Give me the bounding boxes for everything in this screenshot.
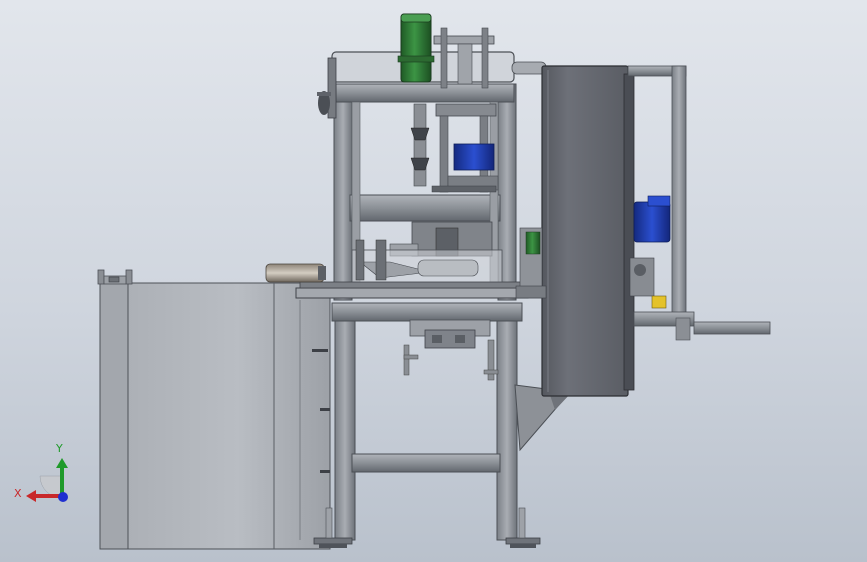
press-head-assembly[interactable]	[389, 103, 499, 257]
control-cabinet[interactable]	[541, 65, 635, 397]
coordinate-triad: Y X	[14, 440, 84, 510]
z-axis-dot	[58, 492, 68, 502]
green-motor-top[interactable]	[397, 13, 435, 83]
y-axis-arrowhead	[56, 458, 68, 468]
triad-axes	[26, 458, 68, 502]
blue-motor-right[interactable]	[633, 195, 671, 243]
x-axis-arrowhead	[26, 490, 36, 502]
cad-viewport[interactable]: Y X	[0, 0, 867, 562]
left-enclosure[interactable]	[97, 269, 331, 550]
y-axis-label: Y	[56, 442, 63, 455]
x-axis-label: X	[14, 487, 22, 500]
machine-assembly-model[interactable]	[0, 0, 867, 562]
